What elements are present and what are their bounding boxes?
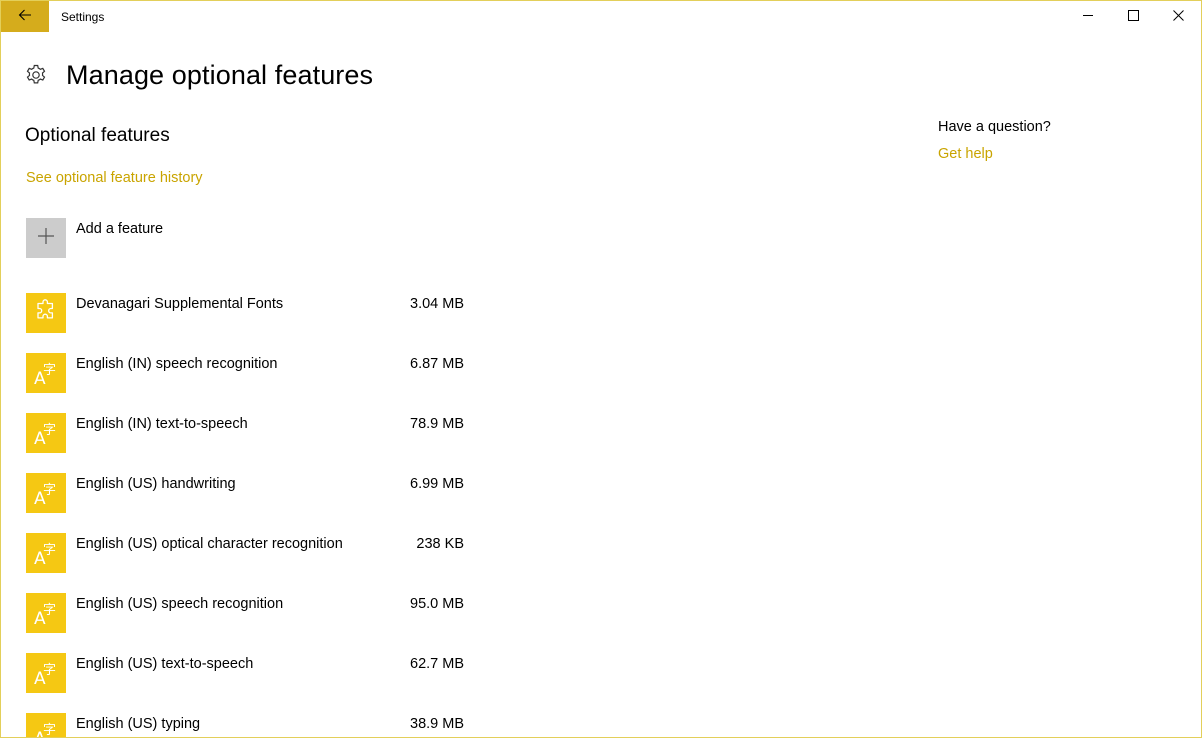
feature-tile: 字A: [26, 653, 66, 693]
add-feature-tile: [26, 218, 66, 258]
get-help-link[interactable]: Get help: [938, 146, 1051, 162]
feature-tile: 字A: [26, 353, 66, 393]
feature-name: English (US) typing: [76, 716, 201, 732]
close-button[interactable]: [1155, 1, 1201, 32]
feature-size: 6.99 MB: [410, 476, 464, 492]
feature-name: English (US) speech recognition: [76, 596, 284, 612]
feature-name: English (IN) speech recognition: [76, 356, 278, 372]
feature-name: English (US) handwriting: [76, 476, 236, 492]
feature-item[interactable]: 字A English (US) text-to-speech 62.7 MB: [26, 653, 466, 713]
feature-size: 95.0 MB: [410, 596, 464, 612]
feature-item[interactable]: 字A English (US) optical character recogn…: [26, 533, 466, 593]
minimize-button[interactable]: [1065, 1, 1111, 32]
maximize-icon: [1127, 8, 1139, 26]
language-icon: 字A: [34, 483, 57, 509]
feature-item[interactable]: 字A English (US) speech recognition 95.0 …: [26, 593, 466, 653]
feature-size: 3.04 MB: [410, 296, 464, 312]
feature-list: Devanagari Supplemental Fonts 3.04 MB 字A…: [26, 293, 466, 738]
feature-item[interactable]: 字A English (IN) text-to-speech 78.9 MB: [26, 413, 466, 473]
section-title: Optional features: [25, 125, 170, 146]
back-arrow-icon: [18, 8, 32, 26]
feature-item[interactable]: Devanagari Supplemental Fonts 3.04 MB: [26, 293, 466, 353]
settings-window: Settings Manage optional features Option…: [0, 0, 1202, 738]
language-icon: 字A: [34, 603, 57, 629]
feature-tile: 字A: [26, 533, 66, 573]
feature-size: 62.7 MB: [410, 656, 464, 672]
help-question: Have a question?: [938, 119, 1051, 135]
minimize-icon: [1082, 8, 1094, 26]
feature-tile: 字A: [26, 593, 66, 633]
language-icon: 字A: [34, 423, 57, 449]
feature-size: 78.9 MB: [410, 416, 464, 432]
feature-item[interactable]: 字A English (US) typing 38.9 MB: [26, 713, 466, 738]
add-feature-label: Add a feature: [76, 221, 164, 237]
add-feature-button[interactable]: Add a feature: [26, 218, 163, 258]
help-sidebar: Have a question? Get help: [938, 119, 1051, 162]
close-icon: [1172, 8, 1184, 26]
back-button[interactable]: [1, 1, 49, 32]
feature-name: English (IN) text-to-speech: [76, 416, 248, 432]
feature-name: Devanagari Supplemental Fonts: [76, 296, 284, 312]
plus-icon: [37, 227, 55, 250]
feature-tile: 字A: [26, 413, 66, 453]
feature-item[interactable]: 字A English (IN) speech recognition 6.87 …: [26, 353, 466, 413]
gear-icon: [25, 64, 47, 86]
feature-size: 238 KB: [416, 536, 464, 552]
language-icon: 字A: [34, 543, 57, 569]
language-icon: 字A: [34, 723, 57, 738]
language-icon: 字A: [34, 663, 57, 689]
feature-history-link[interactable]: See optional feature history: [26, 170, 203, 186]
feature-name: English (US) optical character recogniti…: [76, 536, 343, 552]
feature-name: English (US) text-to-speech: [76, 656, 254, 672]
maximize-button[interactable]: [1110, 1, 1156, 32]
feature-tile: [26, 293, 66, 333]
feature-size: 38.9 MB: [410, 716, 464, 732]
page-title: Manage optional features: [66, 59, 374, 90]
feature-size: 6.87 MB: [410, 356, 464, 372]
feature-tile: 字A: [26, 713, 66, 738]
language-icon: 字A: [34, 363, 57, 389]
page-header: Manage optional features: [25, 57, 373, 93]
feature-tile: 字A: [26, 473, 66, 513]
puzzle-icon: [34, 298, 58, 328]
window-title: Settings: [61, 10, 105, 24]
title-bar: Settings: [1, 1, 1201, 32]
feature-item[interactable]: 字A English (US) handwriting 6.99 MB: [26, 473, 466, 533]
